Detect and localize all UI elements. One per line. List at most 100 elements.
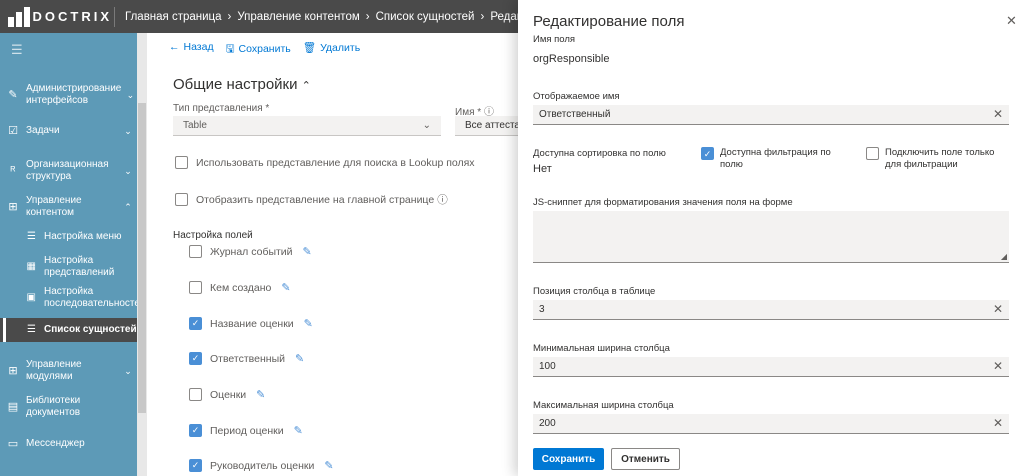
checkbox-box	[866, 147, 879, 160]
field-checkbox[interactable]: Оценки ✎	[189, 388, 265, 401]
min-width-input[interactable]: 100 ✕	[533, 357, 1009, 377]
field-checkbox[interactable]: ✓ Период оценки ✎	[189, 424, 303, 437]
max-width-value: 200	[539, 418, 556, 429]
org-icon: ᴿ	[10, 165, 16, 177]
breadcrumb-item[interactable]: Список сущностей	[376, 11, 475, 23]
checkmark-icon: ✓	[189, 424, 202, 437]
menu-icon: ☰	[27, 231, 36, 242]
clear-icon[interactable]: ✕	[993, 359, 1003, 373]
pencil-icon[interactable]: ✎	[324, 459, 333, 472]
clear-icon[interactable]: ✕	[993, 416, 1003, 430]
min-width-label: Минимальная ширина столбца	[533, 343, 670, 354]
edit-field-panel: Редактирование поля ✕ Имя поля orgRespon…	[518, 0, 1024, 476]
main-content: ← Назад 🖫 Сохранить 🗑 Удалить Общие настрой…	[147, 33, 518, 476]
view-type-label: Тип представления *	[173, 103, 270, 114]
sidebar-subitem-views[interactable]: ▦ Настройка представлений	[0, 255, 137, 279]
chevron-up-icon: ⌃	[301, 80, 311, 92]
sidebar-item-label: Библиотеки документов	[26, 395, 81, 418]
clear-icon[interactable]: ✕	[993, 107, 1003, 121]
show-main-checkbox[interactable]: Отобразить представление на главной стра…	[175, 192, 448, 207]
checkbox-label: Доступна фильтрация по полю	[720, 147, 831, 170]
sidebar-item-admin-interfaces[interactable]: ✎ Администрирование интерфейсов ⌄	[0, 83, 137, 107]
panel-save-button[interactable]: Сохранить	[533, 448, 604, 470]
pencil-icon[interactable]: ✎	[256, 388, 265, 401]
chat-icon: ▭	[7, 438, 19, 450]
sidebar-item-label: Мессенджер	[26, 438, 85, 449]
sidebar: ☰ ✎ Администрирование интерфейсов ⌄ ☑ За…	[0, 33, 147, 476]
sidebar-item-org-structure[interactable]: ᴿ Организационная структура ⌄	[0, 159, 137, 183]
divider	[114, 6, 115, 27]
max-width-input[interactable]: 200 ✕	[533, 414, 1009, 434]
save-button[interactable]: 🖫 Сохранить	[226, 41, 291, 59]
field-checkbox[interactable]: ✓ Руководитель оценки ✎	[189, 459, 334, 472]
list-icon: ☰	[27, 324, 36, 335]
field-name-label: Имя поля	[533, 34, 576, 45]
library-icon: ▤	[7, 401, 19, 413]
panel-cancel-button[interactable]: Отменить	[611, 448, 680, 470]
sidebar-subitem-menu[interactable]: ☰ Настройка меню	[0, 230, 137, 244]
hamburger-icon[interactable]: ☰	[11, 42, 23, 58]
logo-text: DOCTRIX	[32, 9, 112, 24]
sidebar-subitem-sequences[interactable]: ▣ Настройка последовательностей	[0, 286, 146, 310]
pencil-icon[interactable]: ✎	[294, 424, 303, 437]
checkbox-label: Руководитель оценки	[210, 459, 315, 472]
checkbox-box	[189, 245, 202, 258]
checkbox-label: Использовать представление для поиска в …	[196, 156, 475, 169]
save-icon: 🖫	[225, 43, 235, 55]
name-value: Все аттестаци	[465, 120, 518, 131]
field-checkbox[interactable]: Журнал событий ✎	[189, 245, 312, 258]
checkbox-label: Оценки	[210, 388, 247, 401]
name-input[interactable]: Все аттестаци	[455, 116, 518, 136]
sidebar-item-label: Список сущностей	[44, 324, 137, 335]
clear-icon[interactable]: ✕	[993, 302, 1003, 316]
sidebar-item-tasks[interactable]: ☑ Задачи ⌄	[0, 125, 137, 137]
view-type-value: Table	[183, 120, 207, 131]
checkbox-box	[175, 156, 188, 169]
field-checkbox[interactable]: ✓ Ответственный ✎	[189, 352, 304, 365]
position-input[interactable]: 3 ✕	[533, 300, 1009, 320]
chevron-down-icon: ⌄	[124, 126, 132, 136]
resize-grip-icon[interactable]: ◢	[1001, 252, 1007, 261]
checkmark-icon: ✓	[189, 459, 202, 472]
js-snippet-textarea[interactable]: ◢	[533, 211, 1009, 263]
breadcrumb-item[interactable]: Управление контентом	[237, 11, 359, 23]
checkbox-box	[189, 281, 202, 294]
info-icon: ⓘ	[437, 194, 448, 206]
breadcrumb-item[interactable]: Главная страница	[125, 11, 222, 23]
sidebar-item-libraries[interactable]: ▤ Библиотеки документов	[0, 395, 137, 419]
use-lookup-checkbox[interactable]: Использовать представление для поиска в …	[175, 156, 475, 169]
grid-icon: ▦	[26, 261, 36, 272]
pencil-icon[interactable]: ✎	[295, 352, 304, 365]
pencil-icon[interactable]: ✎	[303, 245, 312, 258]
filter-only-checkbox[interactable]: Подключить поле только для фильтрации	[866, 147, 1011, 171]
sidebar-item-label: Управление модулями	[26, 359, 82, 382]
sidebar-item-content[interactable]: ⊞ Управление контентом ⌃	[0, 195, 137, 219]
sidebar-subitem-entities[interactable]: ☰ Список сущностей	[0, 318, 137, 342]
sidebar-item-messenger[interactable]: ▭ Мессенджер	[0, 438, 137, 450]
pencil-icon[interactable]: ✎	[281, 281, 290, 294]
display-name-input[interactable]: Ответственный ✕	[533, 105, 1009, 125]
panel-title: Редактирование поля	[533, 13, 685, 30]
pencil-icon[interactable]: ✎	[304, 317, 313, 330]
checkbox-label: Период оценки	[210, 424, 284, 437]
section-title[interactable]: Общие настройки ⌃	[173, 76, 311, 93]
chevron-down-icon: ⌄	[124, 166, 132, 176]
content-icon: ⊞	[8, 201, 18, 213]
sidebar-item-label: Управление контентом	[26, 195, 82, 218]
field-checkbox[interactable]: ✓ Название оценки ✎	[189, 317, 313, 330]
logo[interactable]: DOCTRIX	[0, 0, 112, 33]
field-checkbox[interactable]: Кем создано ✎	[189, 281, 291, 294]
sidebar-scrollbar[interactable]	[137, 33, 147, 476]
filter-checkbox[interactable]: ✓ Доступна фильтрация по полю	[701, 147, 831, 171]
checkbox-label: Ответственный	[210, 352, 285, 365]
checkbox-label: Название оценки	[210, 317, 294, 330]
view-type-select[interactable]: Table ⌄	[173, 116, 441, 136]
delete-button[interactable]: 🗑 Удалить	[303, 41, 360, 59]
sorting-value: Нет	[533, 163, 552, 175]
checkbox-icon: ☑	[8, 125, 18, 137]
back-button[interactable]: ← Назад	[169, 41, 214, 59]
sidebar-item-modules[interactable]: ⊞ Управление модулями ⌄	[0, 359, 137, 383]
checkbox-box	[189, 388, 202, 401]
close-icon[interactable]: ✕	[1006, 13, 1017, 29]
scrollbar-thumb[interactable]	[138, 103, 146, 413]
